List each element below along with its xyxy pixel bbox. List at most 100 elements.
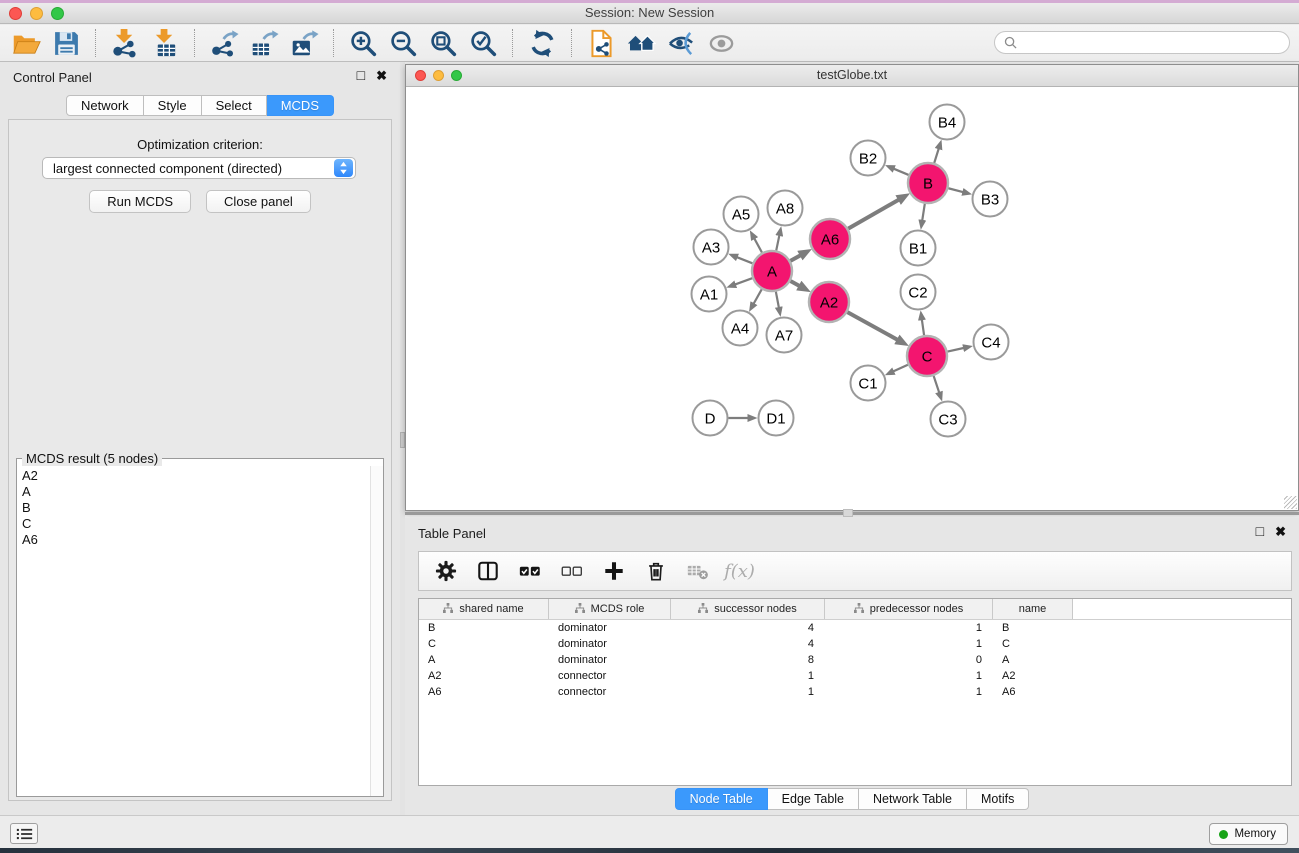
table-cell[interactable]: A6 [419, 686, 549, 698]
table-cell[interactable]: 1 [825, 622, 993, 634]
graph-edge-C-C2[interactable] [922, 319, 924, 335]
table-cell[interactable]: C [993, 638, 1073, 650]
import-table-icon[interactable] [145, 27, 185, 60]
zoom-window-button[interactable] [51, 7, 64, 20]
close-panel-icon[interactable]: ✖ [376, 68, 387, 83]
table-cell[interactable]: 8 [671, 654, 825, 666]
table-cell[interactable]: dominator [549, 638, 671, 650]
graph-edge-A-A4[interactable] [753, 289, 761, 304]
resize-grip[interactable] [1284, 496, 1297, 509]
tab-edge-table[interactable]: Edge Table [768, 788, 859, 810]
search-box[interactable] [994, 31, 1290, 54]
graph-edge-B-B3[interactable] [948, 188, 963, 192]
mcds-result-item[interactable]: A [17, 484, 370, 500]
network-minimize-button[interactable] [433, 70, 444, 81]
close-panel-icon[interactable]: ✖ [1275, 524, 1286, 539]
table-cell[interactable]: 1 [825, 686, 993, 698]
column-header-shared-name[interactable]: shared name [419, 599, 549, 619]
mcds-result-item[interactable]: C [17, 516, 370, 532]
search-input[interactable] [1017, 33, 1289, 52]
settings-icon[interactable] [429, 556, 462, 586]
table-cell[interactable]: 1 [825, 670, 993, 682]
export-table-icon[interactable] [244, 27, 284, 60]
table-cell[interactable]: A [993, 654, 1073, 666]
column-header-name[interactable]: name [993, 599, 1073, 619]
graph-edge-A-A6[interactable] [790, 255, 801, 261]
tab-network[interactable]: Network [66, 95, 144, 116]
home-icon[interactable] [621, 27, 661, 60]
table-cell[interactable]: 1 [671, 670, 825, 682]
network-close-button[interactable] [415, 70, 426, 81]
table-cell[interactable]: 4 [671, 622, 825, 634]
table-row[interactable]: Cdominator41C [419, 636, 1291, 652]
tab-select[interactable]: Select [202, 95, 267, 116]
zoom-fit-icon[interactable] [423, 27, 463, 60]
graph-edge-B-B1[interactable] [922, 204, 925, 221]
table-row[interactable]: Bdominator41B [419, 620, 1291, 636]
table-cell[interactable]: B [993, 622, 1073, 634]
table-cell[interactable]: connector [549, 670, 671, 682]
zoom-selected-icon[interactable] [463, 27, 503, 60]
task-history-button[interactable] [10, 823, 38, 844]
tab-network-table[interactable]: Network Table [859, 788, 967, 810]
mcds-result-item[interactable]: A2 [17, 468, 370, 484]
add-column-icon[interactable] [597, 556, 630, 586]
mcds-result-item[interactable]: A6 [17, 532, 370, 548]
graph-edge-C-C3[interactable] [934, 376, 940, 393]
column-header-predecessor-nodes[interactable]: predecessor nodes [825, 599, 993, 619]
tab-mcds[interactable]: MCDS [267, 95, 334, 116]
export-image-icon[interactable] [284, 27, 324, 60]
graph-edge-A-A2[interactable] [790, 281, 800, 286]
network-from-file-icon[interactable] [581, 27, 621, 60]
optimization-criterion-select[interactable]: largest connected component (directed) [42, 157, 356, 179]
graph-edge-A6-B[interactable] [848, 199, 899, 228]
column-header-successor-nodes[interactable]: successor nodes [671, 599, 825, 619]
zoom-in-icon[interactable] [343, 27, 383, 60]
graph-edge-A-A7[interactable] [776, 292, 779, 308]
table-cell[interactable]: B [419, 622, 549, 634]
import-network-icon[interactable] [105, 27, 145, 60]
splitter-handle[interactable] [843, 509, 853, 517]
tab-node-table[interactable]: Node Table [675, 788, 768, 810]
tab-motifs[interactable]: Motifs [967, 788, 1029, 810]
graph-edge-A-A1[interactable] [735, 278, 752, 284]
table-cell[interactable]: C [419, 638, 549, 650]
column-header-MCDS-role[interactable]: MCDS role [549, 599, 671, 619]
close-window-button[interactable] [9, 7, 22, 20]
table-row[interactable]: A6connector11A6 [419, 684, 1291, 700]
table-cell[interactable]: 1 [825, 638, 993, 650]
graph-edge-C-C4[interactable] [948, 348, 965, 352]
table-cell[interactable]: 4 [671, 638, 825, 650]
table-cell[interactable]: A2 [419, 670, 549, 682]
table-cell[interactable]: 0 [825, 654, 993, 666]
close-panel-button[interactable]: Close panel [206, 190, 311, 213]
network-zoom-button[interactable] [451, 70, 462, 81]
float-panel-icon[interactable]: □ [357, 68, 365, 83]
select-all-icon[interactable] [513, 556, 546, 586]
table-row[interactable]: Adominator80A [419, 652, 1291, 668]
refresh-icon[interactable] [522, 27, 562, 60]
table-cell[interactable]: A2 [993, 670, 1073, 682]
hide-details-icon[interactable] [661, 27, 701, 60]
graph-edge-B-B2[interactable] [893, 169, 908, 175]
graph-edge-A-A8[interactable] [776, 235, 779, 251]
export-network-icon[interactable] [204, 27, 244, 60]
horizontal-splitter[interactable] [405, 512, 1299, 515]
table-cell[interactable]: 1 [671, 686, 825, 698]
minimize-window-button[interactable] [30, 7, 43, 20]
table-cell[interactable]: A [419, 654, 549, 666]
mcds-result-item[interactable]: B [17, 500, 370, 516]
save-session-icon[interactable] [46, 27, 86, 60]
graph-edge-A-A3[interactable] [737, 257, 753, 263]
zoom-out-icon[interactable] [383, 27, 423, 60]
table-cell[interactable]: dominator [549, 654, 671, 666]
network-canvas[interactable]: B4B2BB3A8A5A6A3B1AA1C2A2A4A7C4CC1C3DD1 [406, 88, 1298, 510]
table-cell[interactable]: connector [549, 686, 671, 698]
table-row[interactable]: A2connector11A2 [419, 668, 1291, 684]
result-scrollbar[interactable] [370, 466, 383, 796]
open-session-icon[interactable] [6, 27, 46, 60]
network-graph[interactable]: B4B2BB3A8A5A6A3B1AA1C2A2A4A7C4CC1C3DD1 [406, 88, 1292, 510]
deselect-all-icon[interactable] [555, 556, 588, 586]
graph-edge-A-A5[interactable] [754, 238, 762, 252]
split-panel-icon[interactable] [471, 556, 504, 586]
